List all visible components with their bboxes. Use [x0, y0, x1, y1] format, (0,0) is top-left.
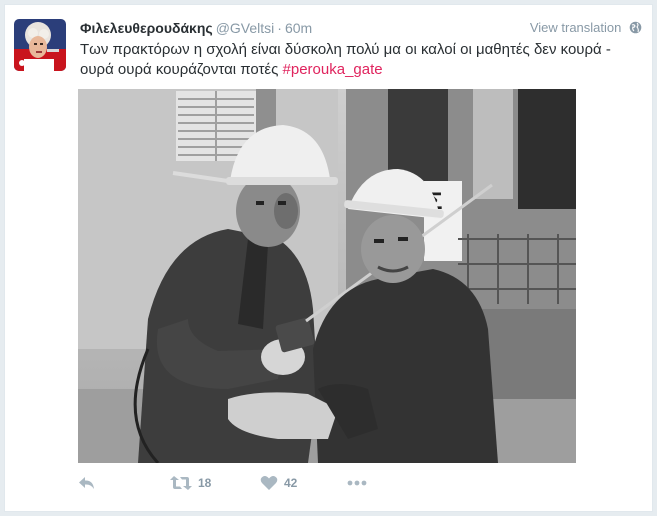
retweet-count: 18 [198, 476, 212, 490]
timestamp[interactable]: 60m [285, 20, 312, 36]
more-icon [346, 475, 368, 491]
retweet-icon [170, 475, 192, 491]
display-name[interactable]: Φιλελευθερουδάκης [80, 20, 213, 36]
tweet-photo[interactable]: Σ [78, 89, 576, 463]
heart-icon [260, 475, 278, 491]
tweet-actions: 18 42 [78, 475, 478, 497]
reply-icon [78, 475, 96, 491]
more-button[interactable] [346, 475, 368, 491]
separator-dot: · [277, 20, 282, 36]
view-translation-label: View translation [529, 20, 622, 35]
photo-image: Σ [78, 89, 576, 463]
like-button[interactable]: 42 [260, 475, 297, 491]
retweet-button[interactable]: 18 [170, 475, 211, 491]
avatar[interactable] [14, 19, 66, 71]
username[interactable]: @GVeltsi [216, 20, 275, 36]
globe-icon [629, 20, 642, 40]
hashtag-link[interactable]: #perouka_gate [283, 61, 383, 78]
tweet-text: Των πρακτόρων η σχολή είναι δύσκολη πολύ… [80, 40, 640, 80]
avatar-image [14, 19, 66, 71]
like-count: 42 [284, 476, 298, 490]
view-translation-link[interactable]: View translation [530, 18, 642, 40]
tweet-card[interactable]: Φιλελευθερουδάκης @GVeltsi · 60m View trans… [4, 4, 653, 512]
reply-button[interactable] [78, 475, 96, 491]
tweet-header: Φιλελευθερουδάκης @GVeltsi · 60m View trans… [80, 18, 642, 38]
